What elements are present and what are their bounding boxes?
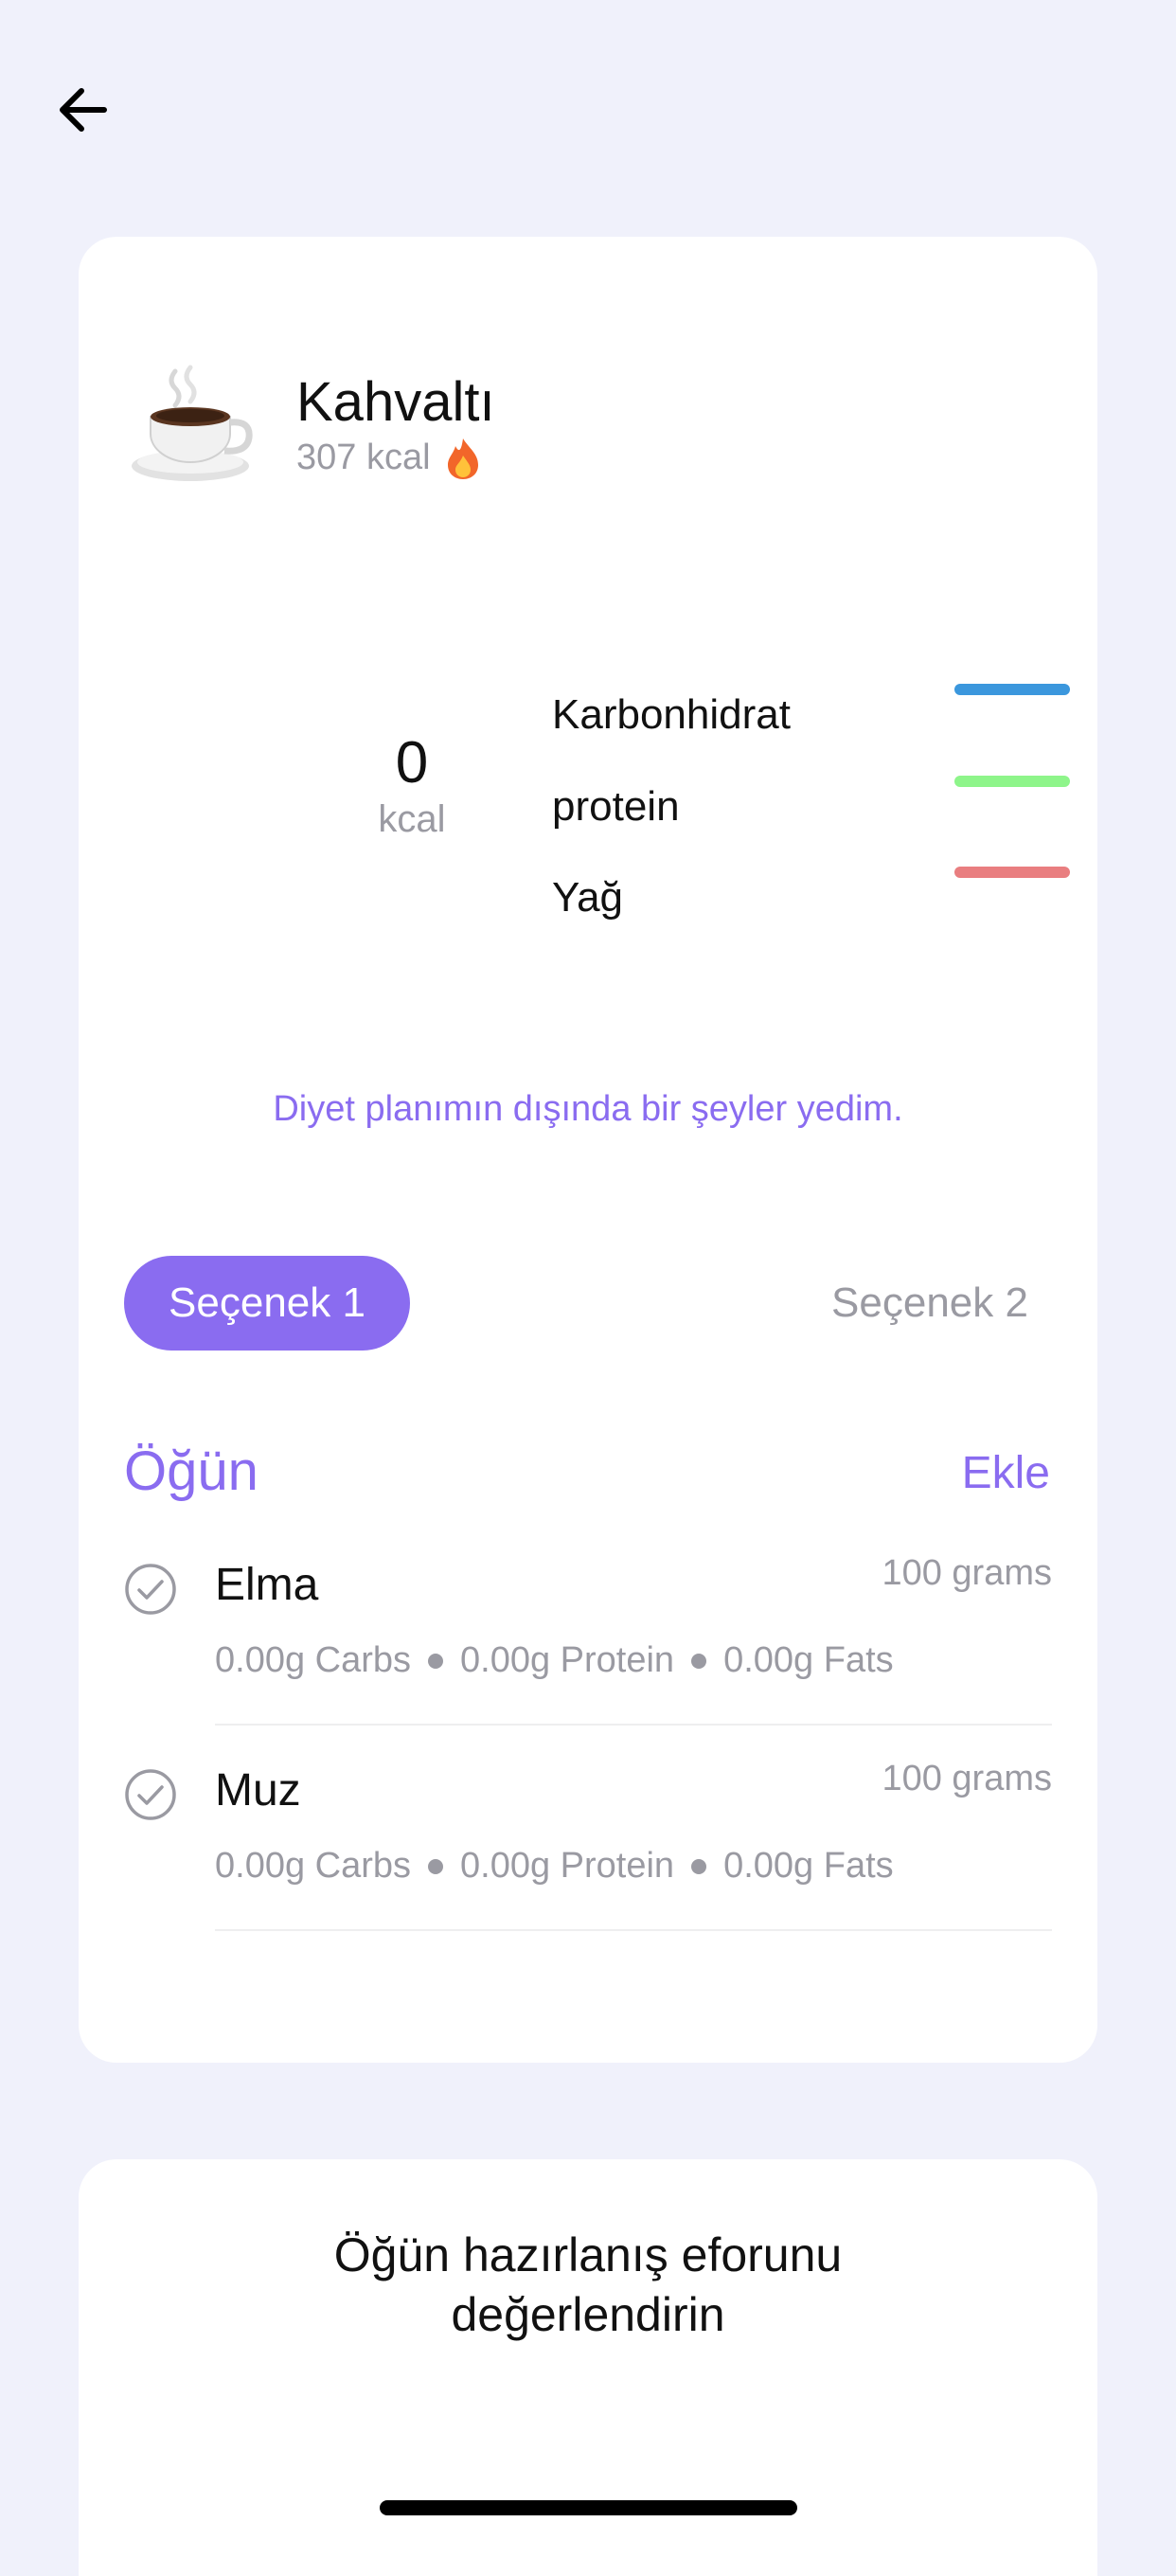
divider [215,1724,1052,1726]
macro-fat-label: Yağ [552,874,624,921]
food-fats: 0.00g Fats [723,1846,894,1886]
macro-protein-label: protein [552,783,680,830]
section-title: Öğün [124,1440,258,1502]
arrow-left-icon [55,81,112,143]
dot-separator [428,1858,444,1874]
macro-carbs: Karbonhidrat [552,684,1070,758]
macro-protein: protein [552,776,1070,850]
meal-kcal: 307 kcal [296,438,431,478]
check-circle-icon[interactable] [124,1563,177,1616]
check-circle-icon[interactable] [124,1768,177,1821]
food-carbs: 0.00g Carbs [215,1640,412,1680]
dot-separator [691,1653,707,1669]
dot-separator [428,1653,444,1669]
add-button[interactable]: Ekle [962,1447,1050,1499]
kcal-summary: 0 kcal [298,729,526,841]
tab-option-1[interactable]: Seçenek 1 [124,1256,410,1351]
divider [215,1929,1052,1931]
effort-title: Öğün hazırlanış eforunu değerlendirin [79,2226,1097,2344]
macro-fat-bar [954,867,1070,878]
effort-title-line-1: Öğün hazırlanış eforunu [333,2228,843,2281]
meal-card: Kahvaltı 307 kcal 0 kcal Karbonhidrat pr… [79,237,1097,2063]
meal-title: Kahvaltı [296,371,495,434]
list-item[interactable]: Elma 100 grams 0.00g Carbs 0.00g Protein… [124,1553,1052,1743]
back-button[interactable] [49,78,117,146]
food-protein: 0.00g Protein [460,1846,675,1886]
option-tabs: Seçenek 1 Seçenek 2 [124,1256,1071,1351]
food-amount: 100 grams [882,1759,1052,1798]
kcal-value: 0 [395,730,429,796]
food-name: Muz [215,1765,301,1816]
coffee-cup-icon [126,360,258,492]
macro-protein-bar [954,776,1070,787]
home-indicator[interactable] [380,2500,797,2515]
kcal-unit: kcal [378,798,446,840]
meal-header: Kahvaltı 307 kcal [126,360,495,492]
food-fats: 0.00g Fats [723,1640,894,1680]
food-amount: 100 grams [882,1553,1052,1593]
food-carbs: 0.00g Carbs [215,1846,412,1886]
food-macros: 0.00g Carbs 0.00g Protein 0.00g Fats [215,1640,894,1681]
tab-option-2[interactable]: Seçenek 2 [787,1256,1073,1351]
list-item[interactable]: Muz 100 grams 0.00g Carbs 0.00g Protein … [124,1759,1052,1948]
macro-carbs-label: Karbonhidrat [552,691,791,738]
macro-carbs-bar [954,684,1070,695]
fire-icon [444,437,482,480]
off-plan-link[interactable]: Diyet planımın dışında bir şeyler yedim. [79,1089,1097,1130]
food-name: Elma [215,1560,319,1610]
dot-separator [691,1858,707,1874]
food-protein: 0.00g Protein [460,1640,675,1680]
effort-title-line-2: değerlendirin [451,2287,725,2341]
food-macros: 0.00g Carbs 0.00g Protein 0.00g Fats [215,1846,894,1887]
macro-fat: Yağ [552,867,1070,940]
